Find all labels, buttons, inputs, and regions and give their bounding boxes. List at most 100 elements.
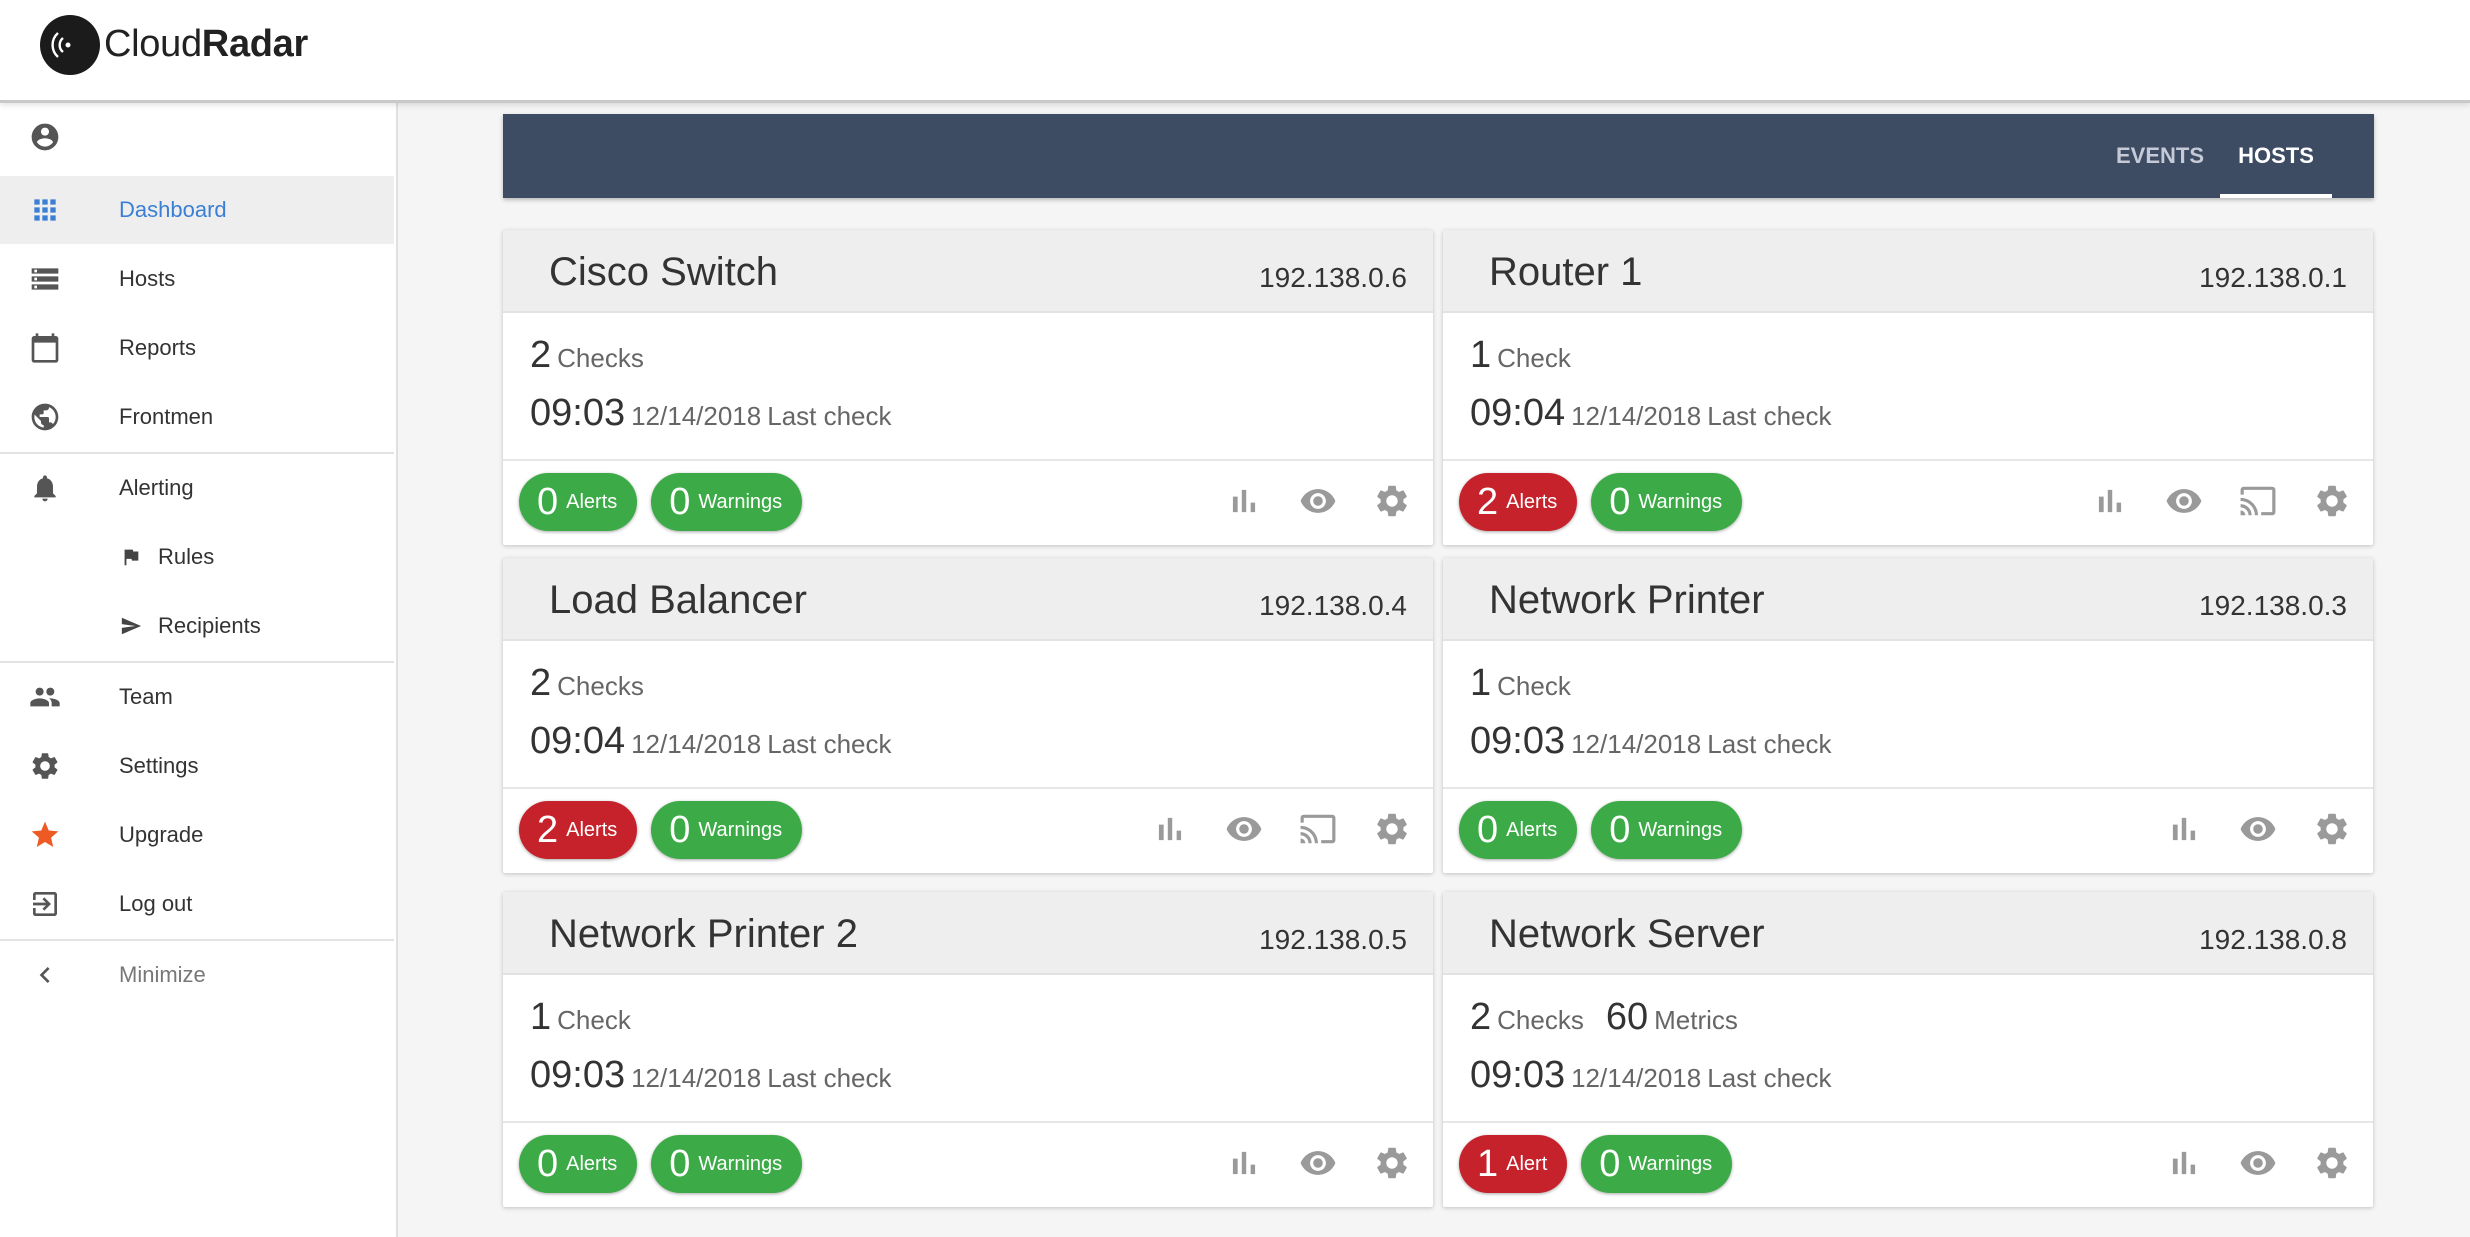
last-check-date: 12/14/2018 (631, 729, 762, 759)
host-card[interactable]: Network Server 192.138.0.8 2 Checks 60 M… (1443, 892, 2373, 1207)
checks-label: Check (557, 1005, 631, 1035)
view-button[interactable] (1223, 808, 1265, 850)
status-pills: 1 Alert 0 Warnings (1459, 1135, 1733, 1193)
view-button[interactable] (2237, 1142, 2279, 1184)
checks-summary: 2 Checks 60 Metrics (1470, 996, 1738, 1039)
tab-events[interactable]: EVENTS (2100, 114, 2220, 198)
settings-button[interactable] (1371, 1142, 1413, 1184)
host-card-header[interactable]: Network Printer 2 192.138.0.5 (503, 892, 1433, 975)
sidebar-item-rules[interactable]: Rules (0, 523, 394, 591)
sidebar-minimize-button[interactable]: Minimize (0, 941, 394, 1009)
warnings-badge[interactable]: 0 Warnings (1591, 473, 1743, 531)
warnings-badge[interactable]: 0 Warnings (1581, 1135, 1733, 1193)
last-check-label: Last check (767, 729, 892, 759)
warnings-badge[interactable]: 0 Warnings (651, 473, 803, 531)
metrics-button[interactable] (2089, 480, 2131, 522)
host-ip: 192.138.0.8 (2199, 924, 2347, 955)
metrics-button[interactable] (2163, 808, 2205, 850)
metrics-button[interactable] (1223, 480, 1265, 522)
warnings-count: 0 (1609, 481, 1631, 523)
host-name[interactable]: Network Server (1489, 912, 1765, 957)
checks-count: 2 (1470, 996, 1492, 1038)
checks-summary: 2 Checks (530, 662, 644, 705)
sidebar-item-team[interactable]: Team (0, 663, 394, 731)
sidebar-item-alerting[interactable]: Alerting (0, 454, 394, 522)
last-check-time: 09:03 (530, 1054, 626, 1096)
host-card[interactable]: Cisco Switch 192.138.0.6 2 Checks 09:03 … (503, 230, 1433, 545)
sidebar-item-logout[interactable]: Log out (0, 870, 394, 938)
settings-button[interactable] (1371, 480, 1413, 522)
status-pills: 2 Alerts 0 Warnings (1459, 473, 1743, 531)
host-card-header[interactable]: Network Server 192.138.0.8 (1443, 892, 2373, 975)
sidebar-item-settings[interactable]: Settings (0, 732, 394, 800)
sidebar-item-frontmen[interactable]: Frontmen (0, 383, 394, 451)
last-check-label: Last check (767, 1063, 892, 1093)
warnings-badge[interactable]: 0 Warnings (651, 1135, 803, 1193)
sidebar-item-hosts[interactable]: Hosts (0, 245, 394, 313)
cloudradar-logo[interactable]: CloudRadar (38, 12, 308, 77)
warnings-badge[interactable]: 0 Warnings (1591, 801, 1743, 859)
sidebar-item-label: Frontmen (119, 404, 214, 429)
view-button[interactable] (1297, 480, 1339, 522)
sidebar-item-dashboard[interactable]: Dashboard (0, 176, 394, 244)
warnings-label: Warnings (698, 1152, 783, 1175)
host-card[interactable]: Router 1 192.138.0.1 1 Check 09:04 12/14… (1443, 230, 2373, 545)
alerts-count: 1 (1477, 1143, 1499, 1185)
alerts-badge[interactable]: 2 Alerts (519, 801, 638, 859)
warnings-badge[interactable]: 0 Warnings (651, 801, 803, 859)
last-check-date: 12/14/2018 (631, 1063, 762, 1093)
settings-button[interactable] (2311, 480, 2353, 522)
calendar-icon (28, 331, 62, 365)
host-name[interactable]: Router 1 (1489, 250, 1642, 295)
alerts-label: Alerts (1506, 490, 1558, 513)
alerts-badge[interactable]: 2 Alerts (1459, 473, 1578, 531)
gear-icon (1377, 1147, 1407, 1179)
host-card-header[interactable]: Network Printer 192.138.0.3 (1443, 558, 2373, 641)
view-button[interactable] (2163, 480, 2205, 522)
alerts-count: 0 (1477, 809, 1499, 851)
host-card[interactable]: Network Printer 2 192.138.0.5 1 Check 09… (503, 892, 1433, 1207)
card-divider (1443, 459, 2373, 461)
sidebar-item-recipients[interactable]: Recipients (0, 592, 394, 660)
warnings-count: 0 (669, 481, 691, 523)
alerts-badge[interactable]: 0 Alerts (1459, 801, 1578, 859)
server-list-icon (28, 262, 62, 296)
host-name[interactable]: Cisco Switch (549, 250, 778, 295)
metrics-button[interactable] (1223, 1142, 1265, 1184)
warnings-count: 0 (669, 809, 691, 851)
alerts-label: Alert (1506, 1152, 1548, 1175)
host-name[interactable]: Network Printer 2 (549, 912, 858, 957)
settings-button[interactable] (2311, 808, 2353, 850)
host-card[interactable]: Network Printer 192.138.0.3 1 Check 09:0… (1443, 558, 2373, 873)
host-card-header[interactable]: Cisco Switch 192.138.0.6 (503, 230, 1433, 313)
metrics-button[interactable] (1149, 808, 1191, 850)
host-card-header[interactable]: Load Balancer 192.138.0.4 (503, 558, 1433, 641)
gear-icon (28, 749, 62, 783)
sidebar-profile[interactable] (0, 103, 394, 171)
flag-icon (118, 544, 144, 570)
metrics-label: Metrics (1654, 1005, 1738, 1035)
host-card-header[interactable]: Router 1 192.138.0.1 (1443, 230, 2373, 313)
view-button[interactable] (2237, 808, 2279, 850)
host-ip: 192.138.0.4 (1259, 590, 1407, 621)
alerts-badge[interactable]: 0 Alerts (519, 1135, 638, 1193)
metrics-count: 60 (1605, 996, 1649, 1038)
warnings-label: Warnings (1638, 818, 1723, 841)
host-card[interactable]: Load Balancer 192.138.0.4 2 Checks 09:04… (503, 558, 1433, 873)
alerts-badge[interactable]: 1 Alert (1459, 1135, 1568, 1193)
card-divider (503, 459, 1433, 461)
settings-button[interactable] (1371, 808, 1413, 850)
view-button[interactable] (1297, 1142, 1339, 1184)
settings-button[interactable] (2311, 1142, 2353, 1184)
tab-hosts[interactable]: HOSTS (2220, 114, 2332, 198)
sidebar-item-upgrade[interactable]: Upgrade (0, 801, 394, 869)
host-name[interactable]: Load Balancer (549, 578, 807, 623)
alerts-badge[interactable]: 0 Alerts (519, 473, 638, 531)
host-ip: 192.138.0.5 (1259, 924, 1407, 955)
sidebar-item-reports[interactable]: Reports (0, 314, 394, 382)
remote-button[interactable] (1297, 808, 1339, 850)
remote-button[interactable] (2237, 480, 2279, 522)
last-check-time: 09:03 (1470, 720, 1566, 762)
metrics-button[interactable] (2163, 1142, 2205, 1184)
host-name[interactable]: Network Printer (1489, 578, 1765, 623)
